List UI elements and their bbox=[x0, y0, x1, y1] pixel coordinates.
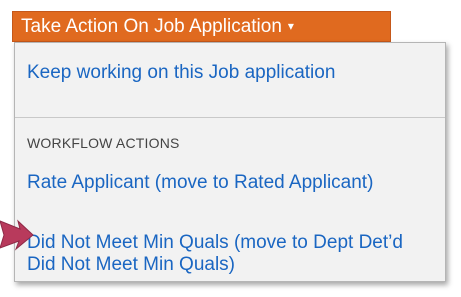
menu-item-rate-applicant[interactable]: Rate Applicant (move to Rated Applicant) bbox=[27, 172, 427, 194]
menu-item-keep-working[interactable]: Keep working on this Job application bbox=[27, 62, 427, 84]
chevron-down-icon: ▾ bbox=[287, 19, 294, 33]
take-action-label: Take Action On Job Application bbox=[21, 16, 282, 37]
workflow-actions-header: WORKFLOW ACTIONS bbox=[27, 135, 180, 151]
arrow-right-icon bbox=[0, 219, 34, 251]
menu-divider bbox=[15, 117, 445, 118]
menu-item-did-not-meet-min-quals[interactable]: Did Not Meet Min Quals (move to Dept Det… bbox=[27, 232, 427, 276]
take-action-dropdown-button[interactable]: Take Action On Job Application ▾ bbox=[12, 11, 391, 42]
